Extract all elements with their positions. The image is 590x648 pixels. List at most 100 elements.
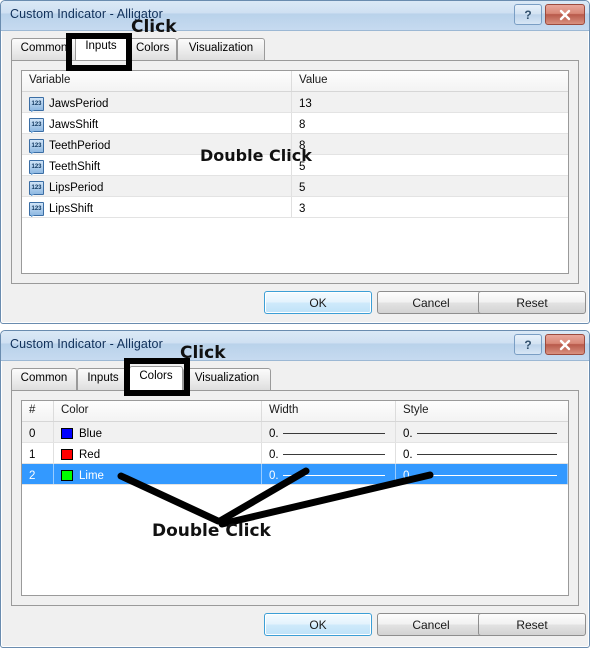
color-swatch-icon bbox=[61, 428, 73, 439]
table-row[interactable]: 123 TeethShift 5 bbox=[22, 155, 568, 176]
cell-variable: 123 LipsShift bbox=[22, 197, 292, 217]
column-header-style[interactable]: Style bbox=[396, 401, 568, 421]
variable-name: LipsShift bbox=[49, 202, 94, 215]
table-row[interactable]: 1 Red 0. 0. bbox=[22, 443, 568, 464]
window-title: Custom Indicator - Alligator bbox=[10, 7, 163, 21]
tab-colors[interactable]: Colors bbox=[127, 38, 177, 60]
colors-grid-header: # Color Width Style bbox=[22, 401, 568, 422]
help-icon[interactable]: ? bbox=[514, 4, 542, 25]
variable-name: JawsPeriod bbox=[49, 97, 109, 110]
cell-value[interactable]: 5 bbox=[292, 155, 568, 175]
tabstrip-inputs: Common Inputs Colors Visualization bbox=[11, 36, 589, 60]
cell-value[interactable]: 8 bbox=[292, 134, 568, 154]
line-style-preview-icon bbox=[416, 454, 557, 455]
cell-index: 0 bbox=[22, 422, 54, 442]
cell-width[interactable]: 0. bbox=[262, 422, 396, 442]
cell-color[interactable]: Blue bbox=[54, 422, 262, 442]
cell-width[interactable]: 0. bbox=[262, 443, 396, 463]
close-glyph bbox=[559, 9, 571, 20]
table-row-selected[interactable]: 2 Lime 0. 0. bbox=[22, 464, 568, 485]
cell-value[interactable]: 3 bbox=[292, 197, 568, 217]
variable-name: JawsShift bbox=[49, 118, 99, 131]
width-value: 0. bbox=[269, 448, 279, 461]
color-name: Red bbox=[79, 448, 101, 461]
column-header-value[interactable]: Value bbox=[292, 71, 568, 91]
cell-variable: 123 TeethShift bbox=[22, 155, 292, 175]
table-row[interactable]: 123 LipsShift 3 bbox=[22, 197, 568, 218]
inputs-grid[interactable]: Variable Value 123 JawsPeriod 13 123 Jaw… bbox=[21, 70, 569, 274]
variable-123-icon: 123 bbox=[29, 117, 44, 132]
column-header-variable[interactable]: Variable bbox=[22, 71, 292, 91]
tab-visualization[interactable]: Visualization bbox=[183, 368, 271, 390]
table-row[interactable]: 123 TeethPeriod 8 bbox=[22, 134, 568, 155]
variable-123-icon: 123 bbox=[29, 159, 44, 174]
cell-value[interactable]: 5 bbox=[292, 176, 568, 196]
ok-button[interactable]: OK bbox=[264, 613, 372, 636]
title-bar: Custom Indicator - Alligator ? bbox=[1, 1, 589, 31]
tab-common[interactable]: Common bbox=[11, 368, 77, 390]
help-glyph: ? bbox=[524, 7, 532, 22]
cell-variable: 123 JawsShift bbox=[22, 113, 292, 133]
width-value: 0. bbox=[269, 469, 279, 482]
variable-name: TeethPeriod bbox=[49, 139, 111, 152]
window-title: Custom Indicator - Alligator bbox=[10, 337, 163, 351]
cell-value[interactable]: 13 bbox=[292, 92, 568, 112]
title-bar-buttons: ? bbox=[514, 334, 585, 355]
cell-index: 2 bbox=[22, 464, 54, 484]
column-header-index[interactable]: # bbox=[22, 401, 54, 421]
color-name: Lime bbox=[79, 469, 104, 482]
tab-colors[interactable]: Colors bbox=[129, 366, 183, 390]
tab-inputs[interactable]: Inputs bbox=[77, 368, 129, 390]
ok-button[interactable]: OK bbox=[264, 291, 372, 314]
style-value: 0. bbox=[403, 427, 413, 440]
line-style-preview-icon bbox=[282, 475, 385, 476]
tabstrip-colors: Common Inputs Colors Visualization bbox=[11, 366, 589, 390]
title-bar-buttons: ? bbox=[514, 4, 585, 25]
cell-color[interactable]: Red bbox=[54, 443, 262, 463]
column-header-width[interactable]: Width bbox=[262, 401, 396, 421]
variable-123-icon: 123 bbox=[29, 138, 44, 153]
cell-variable: 123 TeethPeriod bbox=[22, 134, 292, 154]
cell-style[interactable]: 0. bbox=[396, 422, 568, 442]
help-glyph: ? bbox=[524, 337, 532, 352]
dialog-footer-inputs: OK Cancel Reset bbox=[1, 284, 589, 323]
tab-visualization[interactable]: Visualization bbox=[177, 38, 265, 60]
column-header-color[interactable]: Color bbox=[54, 401, 262, 421]
reset-button[interactable]: Reset bbox=[478, 291, 586, 314]
variable-name: TeethShift bbox=[49, 160, 101, 173]
custom-indicator-dialog-colors: Custom Indicator - Alligator ? Common In… bbox=[0, 330, 590, 648]
help-icon[interactable]: ? bbox=[514, 334, 542, 355]
tab-common[interactable]: Common bbox=[11, 38, 77, 60]
cell-variable: 123 JawsPeriod bbox=[22, 92, 292, 112]
tab-inputs[interactable]: Inputs bbox=[75, 36, 127, 60]
table-row[interactable]: 0 Blue 0. 0. bbox=[22, 422, 568, 443]
close-glyph bbox=[559, 339, 571, 350]
close-icon[interactable] bbox=[545, 4, 585, 25]
reset-button[interactable]: Reset bbox=[478, 613, 586, 636]
style-value: 0. bbox=[403, 469, 413, 482]
cell-style[interactable]: 0. bbox=[396, 464, 568, 484]
line-style-preview-icon bbox=[416, 475, 557, 476]
table-row[interactable]: 123 JawsShift 8 bbox=[22, 113, 568, 134]
variable-123-icon: 123 bbox=[29, 96, 44, 111]
cell-value[interactable]: 8 bbox=[292, 113, 568, 133]
table-row[interactable]: 123 JawsPeriod 13 bbox=[22, 92, 568, 113]
line-style-preview-icon bbox=[282, 454, 385, 455]
dialog-footer-colors: OK Cancel Reset bbox=[1, 606, 589, 646]
cancel-button[interactable]: Cancel bbox=[377, 291, 485, 314]
colors-grid[interactable]: # Color Width Style 0 Blue 0. 0. 1 Red 0… bbox=[21, 400, 569, 596]
inputs-grid-header: Variable Value bbox=[22, 71, 568, 92]
width-value: 0. bbox=[269, 427, 279, 440]
cell-width[interactable]: 0. bbox=[262, 464, 396, 484]
cell-color[interactable]: Lime bbox=[54, 464, 262, 484]
cell-variable: 123 LipsPeriod bbox=[22, 176, 292, 196]
close-icon[interactable] bbox=[545, 334, 585, 355]
table-row[interactable]: 123 LipsPeriod 5 bbox=[22, 176, 568, 197]
color-swatch-icon bbox=[61, 449, 73, 460]
cancel-button[interactable]: Cancel bbox=[377, 613, 485, 636]
variable-name: LipsPeriod bbox=[49, 181, 104, 194]
cell-style[interactable]: 0. bbox=[396, 443, 568, 463]
color-swatch-icon bbox=[61, 470, 73, 481]
tab-panel-colors: # Color Width Style 0 Blue 0. 0. 1 Red 0… bbox=[11, 390, 579, 606]
color-name: Blue bbox=[79, 427, 103, 440]
